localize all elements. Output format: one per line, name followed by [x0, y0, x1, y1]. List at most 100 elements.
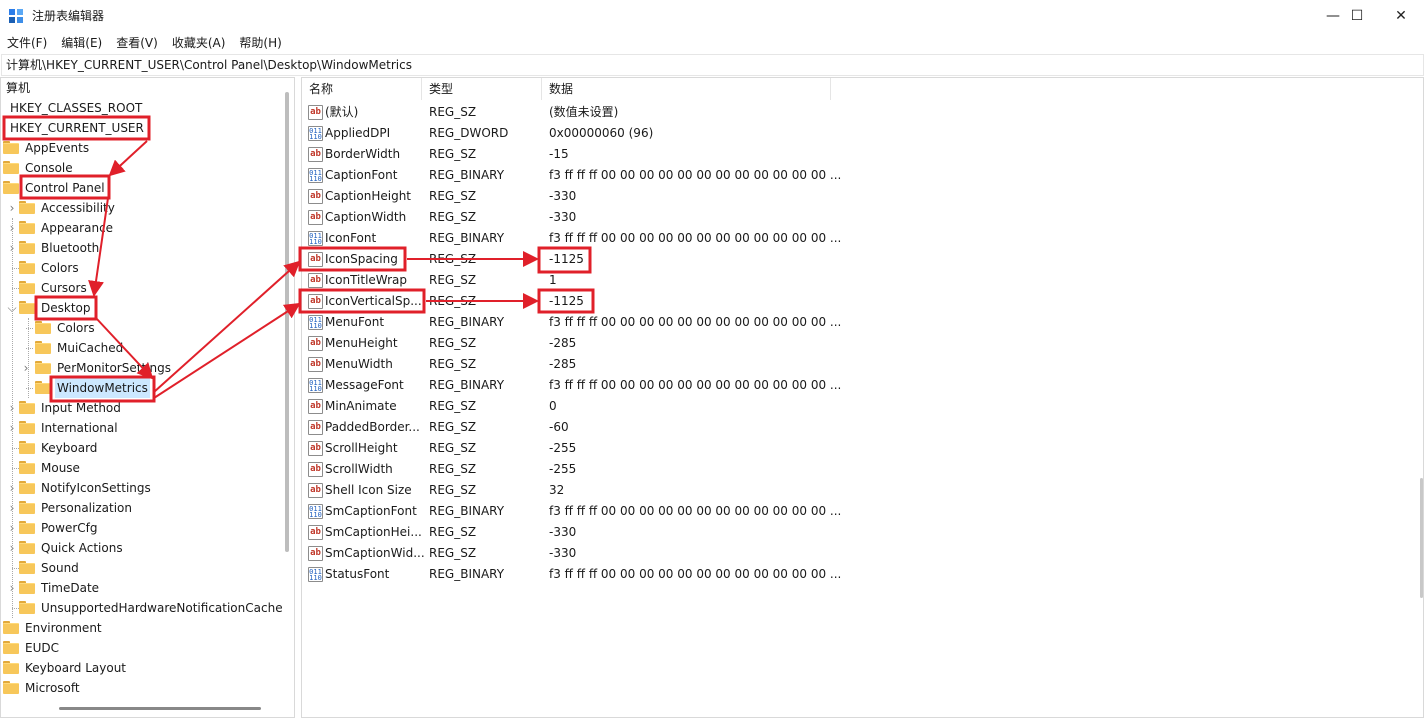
value-name: MessageFont: [325, 378, 404, 392]
value-data: -1125: [549, 252, 584, 266]
value-row[interactable]: 011 110 SmCaptionFont REG_BINARY f3 ff ff ff…: [302, 501, 1423, 522]
tree-item[interactable]: ⌵ Desktop: [1, 298, 281, 318]
tree-item-label: TimeDate: [41, 581, 100, 595]
value-name: IconSpacing: [325, 252, 398, 266]
value-data: f3 ff ff ff 00 00 00 00 00 00 00 00 00 0…: [549, 504, 842, 518]
folder-icon: [3, 141, 19, 154]
maximize-button[interactable]: ☐: [1334, 0, 1380, 32]
menu-favorites[interactable]: 收藏夹(A): [165, 32, 233, 54]
reg-string-icon: ab: [308, 441, 323, 456]
address-bar[interactable]: 计算机\HKEY_CURRENT_USER\Control Panel\Desk…: [1, 54, 1424, 76]
value-type: REG_SZ: [429, 336, 477, 350]
chevron-right-icon[interactable]: ›: [7, 198, 17, 218]
tree-vertical-scrollbar[interactable]: [285, 92, 289, 552]
folder-icon: [19, 301, 35, 314]
tree-item[interactable]: MuiCached: [1, 338, 281, 358]
value-row[interactable]: ab (默认) REG_SZ (数值未设置): [302, 102, 1423, 123]
folder-icon: [19, 541, 35, 554]
tree-connector: [12, 268, 19, 269]
value-row[interactable]: ab MinAnimate REG_SZ 0: [302, 396, 1423, 417]
tree-item[interactable]: UnsupportedHardwareNotificationCache: [1, 598, 283, 618]
value-row[interactable]: ab ScrollWidth REG_SZ -255: [302, 459, 1423, 480]
folder-icon: [19, 581, 35, 594]
folder-icon: [19, 281, 35, 294]
tree-item[interactable]: › Personalization: [1, 498, 281, 518]
folder-icon: [35, 361, 51, 374]
value-row[interactable]: ab IconVerticalSp... REG_SZ -1125: [302, 291, 1423, 312]
tree-connector: [12, 468, 19, 469]
value-row[interactable]: ab IconSpacing REG_SZ -1125: [302, 249, 1423, 270]
chevron-right-icon[interactable]: ›: [21, 358, 31, 378]
tree-item[interactable]: › Bluetooth: [1, 238, 281, 258]
column-header-data[interactable]: 数据: [542, 78, 831, 100]
tree-item[interactable]: Keyboard: [1, 438, 281, 458]
value-row[interactable]: ab SmCaptionHei... REG_SZ -330: [302, 522, 1423, 543]
tree-item[interactable]: Colors: [1, 258, 281, 278]
value-row[interactable]: 011 110 CaptionFont REG_BINARY f3 ff ff ff 0…: [302, 165, 1423, 186]
list-vertical-scrollbar[interactable]: [1420, 478, 1423, 598]
value-name: IconVerticalSp...: [325, 294, 422, 308]
value-row[interactable]: ab MenuHeight REG_SZ -285: [302, 333, 1423, 354]
folder-icon: [3, 681, 19, 694]
close-button[interactable]: ✕: [1378, 0, 1424, 32]
tree-connector: [12, 448, 19, 449]
column-header-type[interactable]: 类型: [422, 78, 542, 100]
tree-item[interactable]: › TimeDate: [1, 578, 281, 598]
tree-item[interactable]: › PerMonitorSettings: [1, 358, 281, 378]
value-type: REG_SZ: [429, 273, 477, 287]
tree-item[interactable]: › PowerCfg: [1, 518, 281, 538]
value-row[interactable]: 011 110 MenuFont REG_BINARY f3 ff ff ff 00 0…: [302, 312, 1423, 333]
tree-item[interactable]: Sound: [1, 558, 281, 578]
tree-item[interactable]: Colors: [1, 318, 281, 338]
menu-file[interactable]: 文件(F): [0, 32, 54, 54]
value-row[interactable]: ab BorderWidth REG_SZ -15: [302, 144, 1423, 165]
tree-item[interactable]: EUDC: [1, 638, 281, 658]
value-row[interactable]: ab SmCaptionWid... REG_SZ -330: [302, 543, 1423, 564]
value-name: MinAnimate: [325, 399, 397, 413]
tree-item[interactable]: › International: [1, 418, 281, 438]
tree-item[interactable]: › Accessibility: [1, 198, 281, 218]
menu-edit[interactable]: 编辑(E): [54, 32, 109, 54]
value-data: f3 ff ff ff 00 00 00 00 00 00 00 00 00 0…: [549, 378, 842, 392]
tree-item[interactable]: Mouse: [1, 458, 281, 478]
tree-item[interactable]: Keyboard Layout: [1, 658, 281, 678]
tree-item[interactable]: WindowMetrics: [1, 378, 281, 398]
value-row[interactable]: ab Shell Icon Size REG_SZ 32: [302, 480, 1423, 501]
tree-item[interactable]: HKEY_CLASSES_ROOT: [1, 98, 281, 118]
tree-item[interactable]: AppEvents: [1, 138, 281, 158]
value-row[interactable]: 011 110 MessageFont REG_BINARY f3 ff ff ff 0…: [302, 375, 1423, 396]
tree-item-label: Desktop: [41, 301, 91, 315]
tree-item[interactable]: HKEY_CURRENT_USER: [1, 118, 281, 138]
value-row[interactable]: ab CaptionHeight REG_SZ -330: [302, 186, 1423, 207]
value-row[interactable]: 011 110 AppliedDPI REG_DWORD 0x00000060 (96): [302, 123, 1423, 144]
value-row[interactable]: 011 110 StatusFont REG_BINARY f3 ff ff ff 00…: [302, 564, 1423, 585]
value-row[interactable]: ab MenuWidth REG_SZ -285: [302, 354, 1423, 375]
key-tree-pane[interactable]: 算机 HKEY_CLASSES_ROOT HKEY_CURRENT_USER App…: [0, 77, 295, 718]
tree-item[interactable]: › Appearance: [1, 218, 281, 238]
reg-binary-icon: 011 110: [308, 126, 323, 141]
value-row[interactable]: ab ScrollHeight REG_SZ -255: [302, 438, 1423, 459]
value-row[interactable]: ab PaddedBorder... REG_SZ -60: [302, 417, 1423, 438]
tree-item[interactable]: › Quick Actions: [1, 538, 281, 558]
tree-horizontal-scrollbar[interactable]: [59, 707, 261, 710]
folder-icon: [3, 661, 19, 674]
values-list-pane[interactable]: 名称 类型 数据 ab (默认) REG_SZ (数值未设置) 011 110 Applie…: [301, 77, 1424, 718]
menu-help[interactable]: 帮助(H): [232, 32, 288, 54]
maximize-icon: ☐: [1350, 8, 1364, 24]
tree-item[interactable]: Microsoft: [1, 678, 281, 698]
tree-item[interactable]: Cursors: [1, 278, 281, 298]
value-type: REG_BINARY: [429, 315, 505, 329]
tree-item[interactable]: › Input Method: [1, 398, 281, 418]
folder-icon: [19, 201, 35, 214]
tree-item[interactable]: Environment: [1, 618, 281, 638]
column-header-name[interactable]: 名称: [302, 78, 422, 100]
value-row[interactable]: 011 110 IconFont REG_BINARY f3 ff ff ff 00 0…: [302, 228, 1423, 249]
tree-item[interactable]: Console: [1, 158, 281, 178]
tree-item[interactable]: Control Panel: [1, 178, 281, 198]
value-row[interactable]: ab IconTitleWrap REG_SZ 1: [302, 270, 1423, 291]
folder-icon: [3, 161, 19, 174]
value-row[interactable]: ab CaptionWidth REG_SZ -330: [302, 207, 1423, 228]
tree-item[interactable]: › NotifyIconSettings: [1, 478, 281, 498]
menu-view[interactable]: 查看(V): [109, 32, 165, 54]
tree-item-label: Microsoft: [25, 681, 80, 695]
